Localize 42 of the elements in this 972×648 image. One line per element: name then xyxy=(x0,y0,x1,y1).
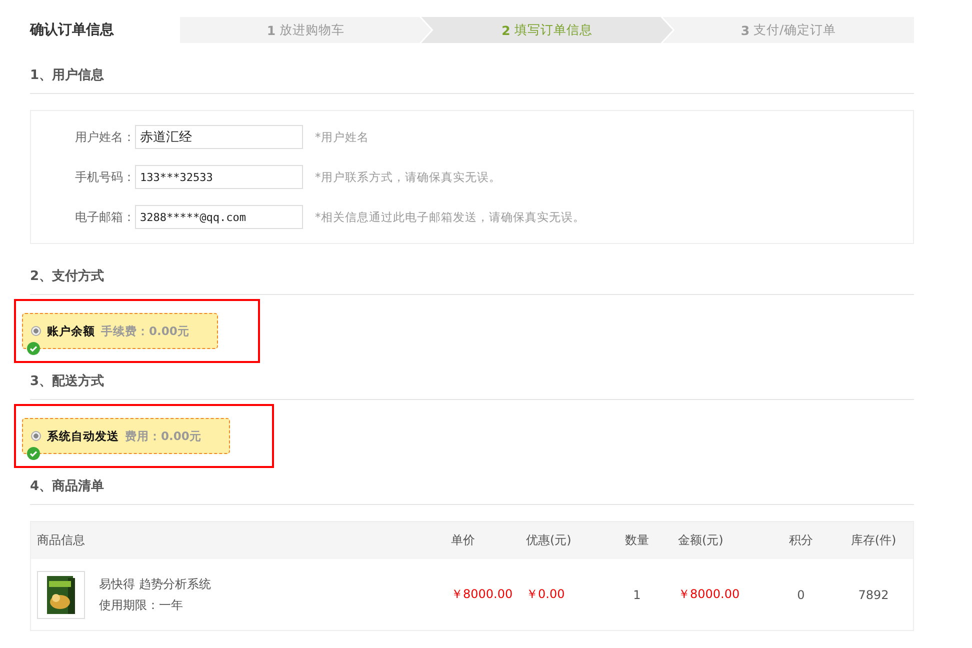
progress-step: 1 放进购物车 xyxy=(180,17,432,43)
field-hint: *用户联系方式，请确保真实无误。 xyxy=(315,170,501,184)
product-name: 易快得 趋势分析系统 xyxy=(99,576,211,592)
column-header: 积分 xyxy=(789,532,813,549)
column-header: 单价 xyxy=(451,532,475,549)
option-fee: 手续费：0.00元 xyxy=(101,324,190,338)
table-cell: 1 xyxy=(633,588,641,602)
field-hint: *相关信息通过此电子邮箱发送，请确保真实无误。 xyxy=(315,210,585,224)
column-header: 金额(元) xyxy=(678,532,724,549)
field-label: 手机号码： xyxy=(74,168,135,186)
option-fee: 费用：0.00元 xyxy=(125,428,202,444)
option-card[interactable]: 系统自动发送 费用：0.00元 xyxy=(22,418,230,454)
table-cell: ￥8000.00 xyxy=(451,586,513,603)
input-field[interactable]: 133***32533 xyxy=(135,165,303,189)
radio-button[interactable] xyxy=(31,431,41,441)
progress-step: 2 填写订单信息 xyxy=(421,17,673,43)
table-cell: 7892 xyxy=(858,588,889,602)
product-period: 使用期限：一年 xyxy=(99,596,184,614)
input-field[interactable]: 3288*****@qq.com xyxy=(135,205,303,229)
option-name: 账户余额 xyxy=(47,324,95,338)
field-hint: *用户姓名 xyxy=(315,130,369,144)
field-label: 电子邮箱： xyxy=(74,208,135,226)
table-cell: ￥0.00 xyxy=(526,586,565,603)
option-name: 系统自动发送 xyxy=(47,428,119,444)
section-title: 2、支付方式 xyxy=(30,268,106,286)
section-title: 1、用户信息 xyxy=(30,66,106,85)
field-label: 用户姓名： xyxy=(74,128,135,146)
column-header: 商品信息 xyxy=(37,532,85,549)
column-header: 数量 xyxy=(625,532,649,549)
radio-button[interactable] xyxy=(31,326,41,336)
progress-step: 3 支付/确定订单 xyxy=(662,17,914,43)
column-header: 优惠(元) xyxy=(526,532,572,549)
checkmark-icon xyxy=(27,342,40,355)
input-field[interactable]: 赤道汇经 xyxy=(135,125,303,149)
column-header: 库存(件) xyxy=(850,532,896,549)
page-title: 确认订单信息 xyxy=(30,21,115,39)
table-cell: ￥8000.00 xyxy=(678,586,740,603)
checkmark-icon xyxy=(27,447,40,460)
section-title: 3、配送方式 xyxy=(30,372,106,391)
section-title: 4、商品清单 xyxy=(30,478,106,496)
table-cell: 0 xyxy=(797,588,805,602)
option-card[interactable]: 账户余额 手续费：0.00元 xyxy=(22,313,218,349)
